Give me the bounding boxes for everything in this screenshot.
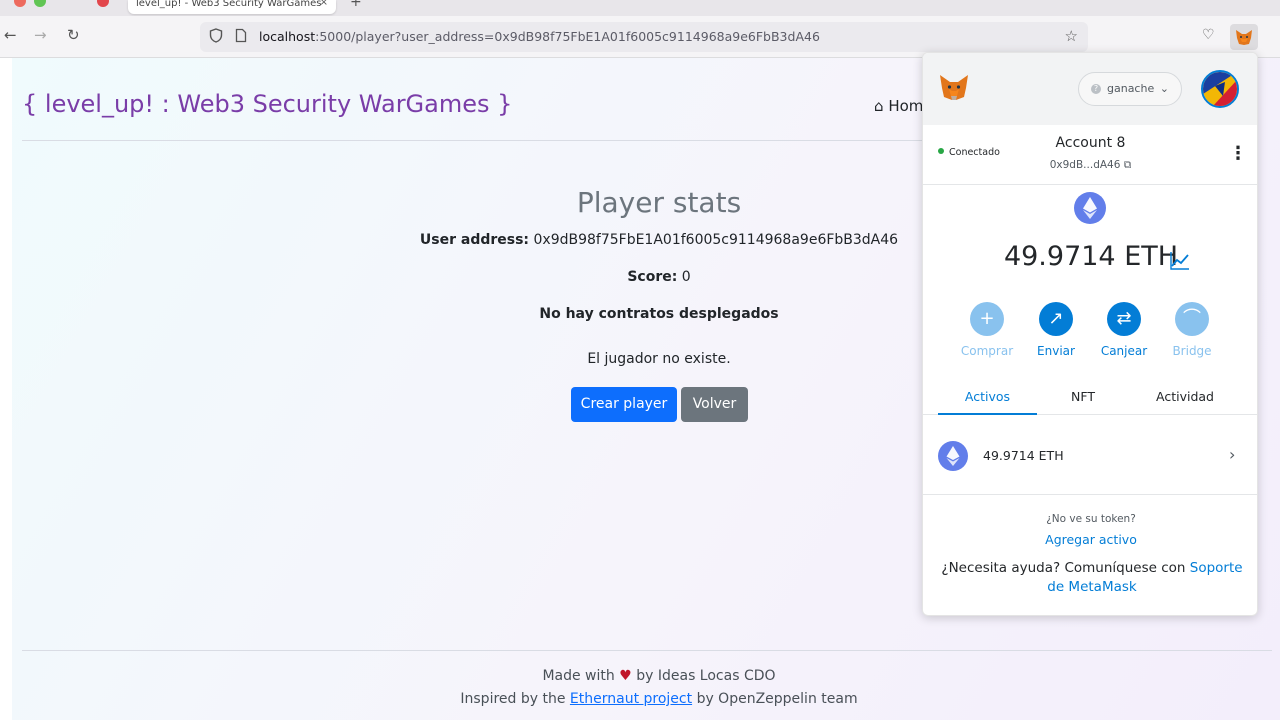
- chevron-down-icon: ⌄: [1159, 82, 1169, 95]
- portfolio-chart-icon[interactable]: [1169, 249, 1191, 271]
- shield-icon[interactable]: [209, 28, 223, 47]
- page-info-icon[interactable]: [235, 28, 247, 47]
- header-divider: [22, 140, 922, 141]
- browser-tab-active[interactable]: level_up! - Web3 Security WarGames ×: [128, 0, 336, 14]
- account-address[interactable]: 0x9dB...dA46 ⧉: [1013, 159, 1168, 172]
- window-close-dot[interactable]: [14, 0, 26, 7]
- user-address-line: User address: 0x9dB98f75FbE1A01f6005c911…: [342, 232, 976, 248]
- help-text: ¿Necesita ayuda? Comuníquese con Soporte…: [931, 559, 1253, 597]
- site-brand[interactable]: { level_up! : Web3 Security WarGames }: [22, 90, 512, 118]
- footer-made-suffix: by Ideas Locas CDO: [636, 668, 776, 684]
- missing-token-prompt: ¿No ve su token?: [1046, 513, 1136, 525]
- metamask-fox-icon: [1236, 30, 1252, 45]
- arrow-up-right-icon: ↗: [1039, 302, 1073, 336]
- footer-inspired: Inspired by the Ethernaut project by Ope…: [342, 691, 976, 707]
- tab-nft[interactable]: NFT: [1033, 389, 1133, 404]
- score-line: Score: 0: [342, 269, 976, 285]
- metamask-logo-icon: [940, 75, 968, 100]
- browser-tab-strip: level_up! - Web3 Security WarGames × +: [0, 0, 1280, 16]
- metamask-popup: ? ganache ⌄ Conectado Account 8 0x9dB...d…: [922, 52, 1258, 616]
- plus-icon: +: [970, 302, 1004, 336]
- connection-status[interactable]: Conectado: [938, 147, 1000, 158]
- url-text[interactable]: localhost:5000/player?user_address=0x9dB…: [259, 29, 820, 44]
- connection-status-label: Conectado: [949, 147, 1000, 158]
- swap-arrows-icon: ⇄: [1107, 302, 1141, 336]
- ethernaut-link[interactable]: Ethernaut project: [570, 691, 692, 707]
- score-value: 0: [681, 269, 691, 285]
- recording-indicator-icon: [97, 0, 109, 7]
- footer-made-with: Made with ♥ by Ideas Locas CDO: [342, 668, 976, 684]
- wallet-tabs: Activos NFT Actividad: [923, 385, 1257, 415]
- buy-label: Comprar: [960, 344, 1014, 358]
- footer-divider: [22, 650, 1272, 651]
- account-row: Conectado Account 8 0x9dB...dA46 ⧉ ⋮: [923, 125, 1257, 185]
- user-address-label: User address:: [419, 232, 530, 248]
- pocket-icon[interactable]: ♡: [1202, 27, 1215, 43]
- user-address-value: 0x9dB98f75FbE1A01f6005c9114968a9e6FbB3dA…: [533, 232, 899, 248]
- asset-row-eth[interactable]: 49.9714 ETH ›: [923, 417, 1257, 495]
- bridge-action[interactable]: ⌒ Bridge: [1152, 302, 1232, 358]
- url-bar[interactable]: localhost:5000/player?user_address=0x9dB…: [200, 22, 1088, 52]
- reload-icon[interactable]: ↻: [67, 26, 80, 44]
- asset-balance: 49.9714 ETH: [983, 448, 1064, 463]
- no-contracts-message: No hay contratos desplegados: [539, 306, 779, 322]
- window-zoom-dot[interactable]: [34, 0, 46, 7]
- network-name: ganache: [1107, 82, 1155, 95]
- help-prefix: ¿Necesita ayuda? Comuníquese con: [941, 560, 1186, 576]
- tab-title: level_up! - Web3 Security WarGames: [136, 0, 322, 9]
- bridge-icon: ⌒: [1175, 302, 1209, 336]
- score-label: Score:: [627, 269, 678, 285]
- footer-inspired-prefix: Inspired by the: [460, 691, 566, 707]
- add-asset-link[interactable]: Agregar activo: [923, 532, 1257, 547]
- footer-inspired-suffix: by OpenZeppelin team: [696, 691, 858, 707]
- metamask-extension-button[interactable]: [1230, 24, 1258, 50]
- account-name[interactable]: Account 8: [1013, 135, 1168, 151]
- url-path: :5000/player?user_address=0x9dB98f75FbE1…: [315, 29, 820, 44]
- account-avatar[interactable]: [1201, 70, 1239, 108]
- chevron-right-icon: ›: [1229, 445, 1236, 464]
- buy-action[interactable]: + Comprar: [947, 302, 1027, 358]
- page-title: Player stats: [576, 186, 742, 219]
- account-address-text: 0x9dB...dA46: [1049, 159, 1121, 171]
- tab-assets[interactable]: Activos: [938, 389, 1037, 404]
- copy-icon: ⧉: [1123, 159, 1132, 171]
- active-tab-indicator: [938, 413, 1037, 415]
- connected-dot-icon: [938, 148, 944, 154]
- create-player-button[interactable]: Crear player: [571, 387, 677, 422]
- bridge-label: Bridge: [1172, 344, 1212, 358]
- metamask-header: ? ganache ⌄: [923, 53, 1257, 125]
- home-icon: ⌂: [874, 97, 884, 115]
- nav-home-label: Hom: [888, 97, 924, 115]
- eth-balance: 49.9714 ETH: [1003, 241, 1179, 272]
- tab-close-icon[interactable]: ×: [320, 0, 328, 8]
- identicon-icon: [1203, 72, 1237, 106]
- account-options-icon[interactable]: ⋮: [1229, 143, 1247, 164]
- back-button[interactable]: Volver: [681, 387, 748, 422]
- eth-asset-icon: [938, 441, 968, 471]
- bookmark-star-icon[interactable]: ☆: [1065, 27, 1078, 45]
- footer-made-prefix: Made with: [542, 668, 615, 684]
- forward-icon[interactable]: →: [34, 26, 47, 44]
- new-tab-icon[interactable]: +: [350, 0, 362, 10]
- url-host: localhost: [259, 29, 316, 44]
- network-question-icon: ?: [1091, 84, 1101, 94]
- tab-activity[interactable]: Actividad: [1135, 389, 1235, 404]
- nav-home-link[interactable]: ⌂ Hom: [874, 97, 923, 115]
- heart-icon: ♥: [619, 668, 632, 684]
- eth-logo-icon: [1074, 192, 1106, 224]
- player-not-found-message: El jugador no existe.: [587, 351, 731, 367]
- network-selector[interactable]: ? ganache ⌄: [1078, 72, 1182, 106]
- back-icon[interactable]: ←: [4, 26, 17, 44]
